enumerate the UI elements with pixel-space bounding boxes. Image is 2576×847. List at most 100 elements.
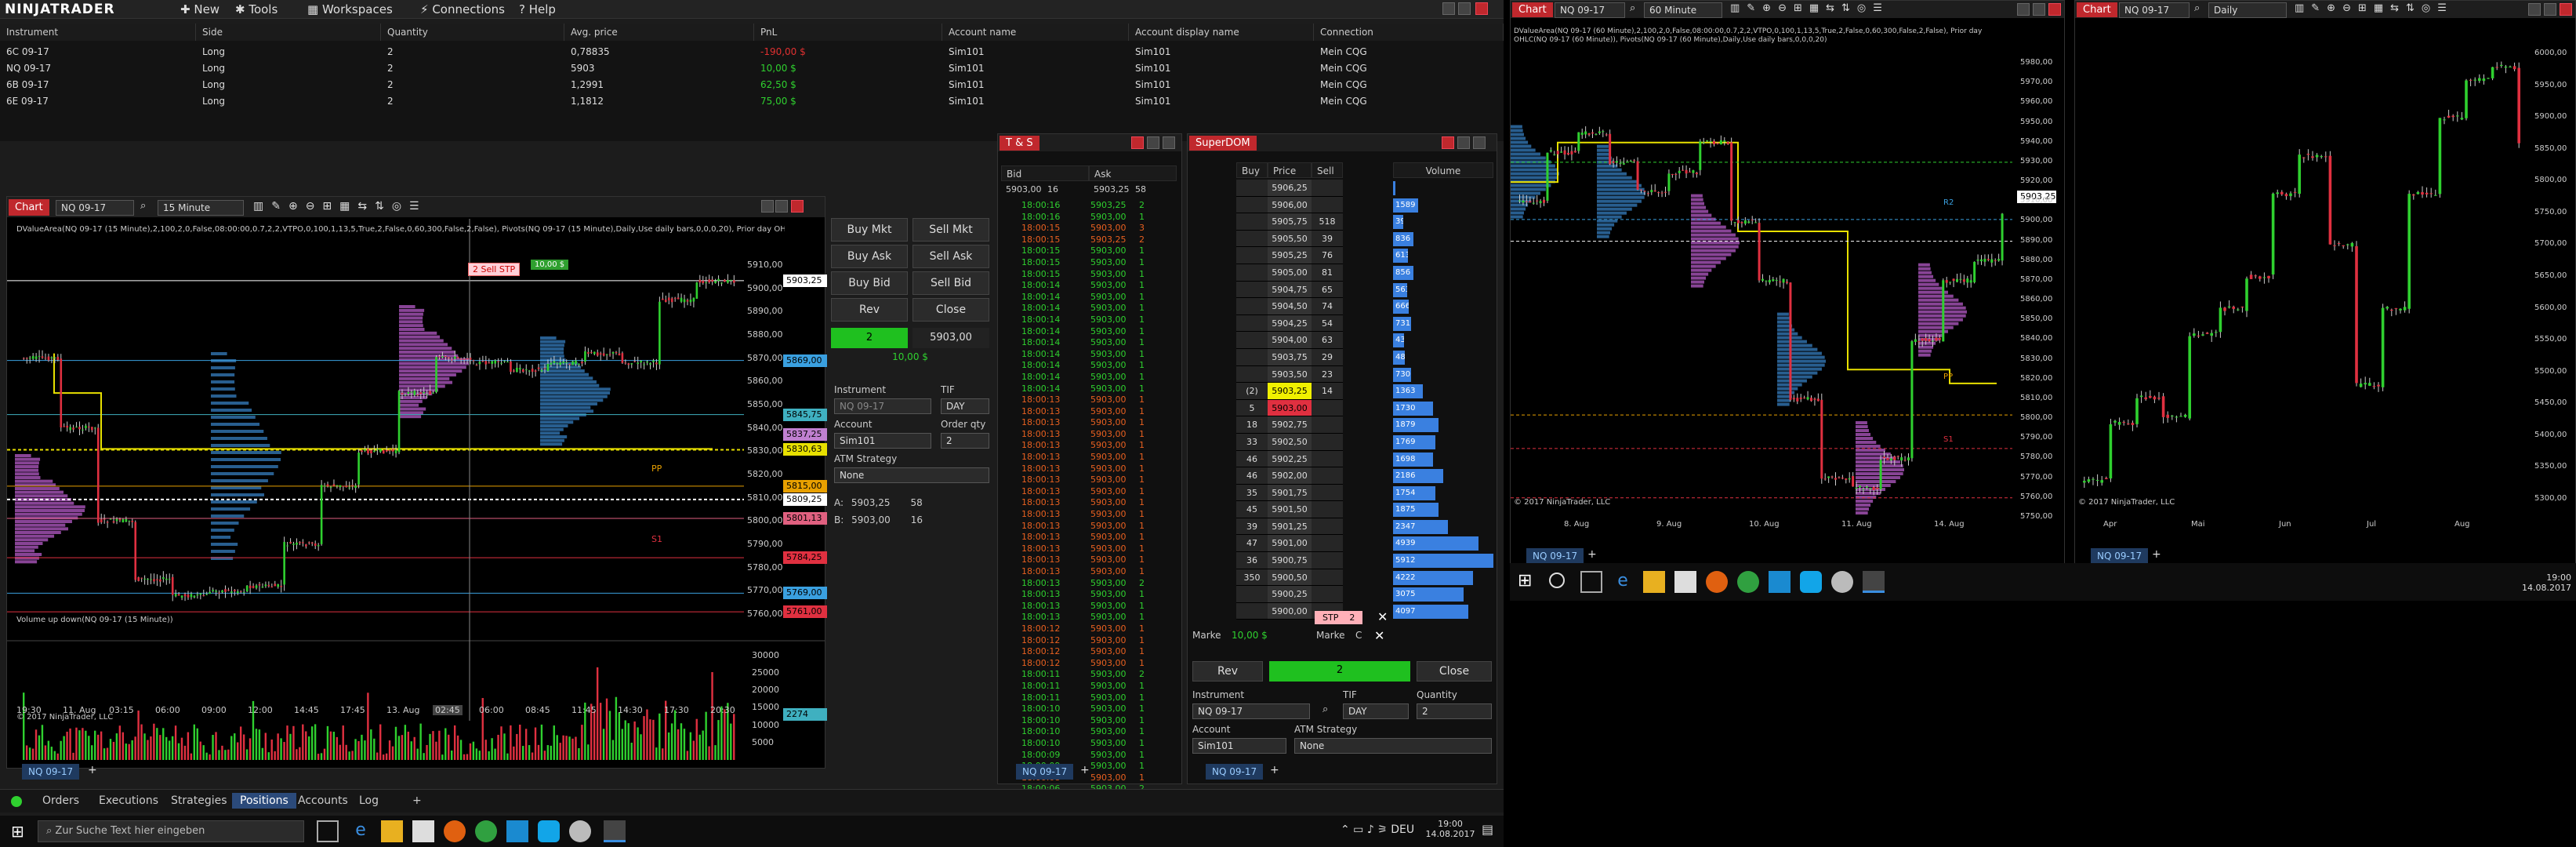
dom-buy-cell[interactable]: 33 — [1236, 433, 1268, 451]
chart2-min-icon[interactable] — [2017, 3, 2030, 16]
sell-ask-button[interactable]: Sell Ask — [912, 245, 989, 268]
dom-buy-cell[interactable] — [1236, 180, 1268, 197]
positions-cell[interactable]: Sim101 — [942, 93, 1129, 110]
dom-account-combo[interactable]: Sim101 — [1192, 738, 1286, 754]
chart3-max-icon[interactable] — [2544, 3, 2556, 16]
dom-sell-cell[interactable]: 54 — [1312, 314, 1343, 333]
positions-header-3[interactable]: Avg. price — [564, 24, 754, 41]
dom-row[interactable]: 5903,7529486 — [1236, 348, 1495, 366]
dom-close-button[interactable]: Close — [1417, 661, 1492, 682]
ts-tab[interactable]: NQ 09-17 — [1016, 764, 1074, 780]
chart2-max-icon[interactable] — [2033, 3, 2045, 16]
positions-cell[interactable]: 75,00 $ — [754, 93, 942, 110]
chart2-search-icon[interactable]: ⌕ — [1630, 2, 1635, 14]
chart3-period-combo[interactable]: Daily — [2208, 2, 2287, 18]
dom-buy-cell[interactable] — [1236, 298, 1268, 315]
positions-header-7[interactable]: Connection — [1314, 24, 1504, 41]
explorer-icon-2[interactable] — [1643, 571, 1665, 593]
chart-close-icon[interactable] — [791, 200, 804, 213]
positions-header-5[interactable]: Account name — [942, 24, 1129, 41]
dom-row[interactable]: 5906,00 1589 — [1236, 196, 1495, 214]
dom-min-icon[interactable] — [1457, 136, 1470, 149]
positions-cell[interactable]: 5903 — [564, 60, 754, 77]
dom-reverse-button[interactable]: Rev — [1192, 661, 1263, 682]
dom-buy-cell[interactable] — [1236, 281, 1268, 299]
positions-cell[interactable]: Sim101 — [1129, 77, 1314, 93]
dom-buy-cell[interactable] — [1236, 264, 1268, 282]
dom-sell-cell[interactable] — [1312, 196, 1343, 214]
dom-sell-cell[interactable]: 518 — [1312, 213, 1343, 231]
dom-tif-combo[interactable]: DAY — [1343, 703, 1409, 719]
positions-cell[interactable]: 1,1812 — [564, 93, 754, 110]
buy-market-button[interactable]: Buy Mkt — [831, 218, 908, 242]
dom-row[interactable]: 5900,00 4097 — [1236, 602, 1495, 620]
buy-bid-button[interactable]: Buy Bid — [831, 271, 908, 295]
dom-sell-cell[interactable]: 29 — [1312, 348, 1343, 366]
chart2-instrument-combo[interactable]: NQ 09-17 — [1555, 2, 1625, 18]
positions-cell[interactable]: Long — [196, 77, 381, 93]
positions-cell[interactable]: 2 — [381, 77, 564, 93]
dom-buy-cell[interactable]: 5 — [1236, 399, 1268, 417]
app-icon-2[interactable] — [1769, 571, 1791, 593]
edge-icon-2[interactable]: e — [1612, 571, 1634, 593]
positions-cell[interactable]: Long — [196, 44, 381, 60]
price-chart-svg[interactable] — [7, 219, 825, 768]
taskbar-search-input[interactable]: ⌕ Zur Suche Text hier eingeben — [38, 820, 304, 842]
dom-sell-cell[interactable]: 39 — [1312, 230, 1343, 248]
positions-header-1[interactable]: Side — [196, 24, 381, 41]
positions-cell[interactable]: 6B 09-17 — [0, 77, 196, 93]
dom-buy-cell[interactable]: 35 — [1236, 484, 1268, 502]
add-tab-icon-bottom[interactable]: + — [405, 793, 430, 809]
dom-sell-cell[interactable]: 65 — [1312, 281, 1343, 299]
dom-row[interactable]: 46 5902,00 2186 — [1236, 467, 1495, 485]
dom-buy-cell[interactable]: 18 — [1236, 416, 1268, 434]
dom-buy-cell[interactable] — [1236, 196, 1268, 214]
dom-sell-cell[interactable] — [1312, 535, 1343, 553]
windows-start-icon[interactable]: ⊞ — [11, 822, 24, 841]
dom-price-cell[interactable]: 5901,00 — [1268, 535, 1312, 553]
firefox-icon-2[interactable] — [1706, 571, 1728, 593]
dom-row[interactable]: 5906,25 — [1236, 180, 1495, 197]
ts-close-icon[interactable] — [1131, 136, 1144, 149]
chart2-period-combo[interactable]: 60 Minute — [1644, 2, 1722, 18]
maximize-icon[interactable] — [1458, 2, 1471, 15]
minimize-icon[interactable] — [1442, 2, 1455, 15]
dom-instrument-combo[interactable]: NQ 09-17 — [1192, 703, 1310, 719]
windows-start-icon-2[interactable]: ⊞ — [1518, 571, 1532, 591]
positions-cell[interactable]: -190,00 $ — [754, 44, 942, 60]
dom-buy-cell[interactable]: (2) — [1236, 383, 1268, 400]
dom-buy-cell[interactable]: 350 — [1236, 569, 1268, 587]
dom-sell-cell[interactable] — [1312, 180, 1343, 197]
dom-row[interactable]: 5905,25 76 613 — [1236, 247, 1495, 264]
order-qty-stepper[interactable]: 2 — [941, 433, 989, 449]
dom-price-cell[interactable]: 5904,00 — [1268, 332, 1312, 349]
dom-atm-combo[interactable]: None — [1294, 738, 1492, 754]
taskbar-clock-2[interactable]: 19:00 14.08.2017 — [2521, 573, 2571, 593]
dom-buy-cell[interactable] — [1236, 213, 1268, 231]
positions-header-4[interactable]: PnL — [754, 24, 942, 41]
dom-buy-cell[interactable] — [1236, 247, 1268, 264]
dom-sell-cell[interactable] — [1312, 484, 1343, 502]
dom-price-cell[interactable]: 5904,50 — [1268, 298, 1312, 315]
dom-row[interactable]: 46 5902,25 1698 — [1236, 450, 1495, 468]
dom-row[interactable]: 5905,75518396 — [1236, 213, 1495, 231]
dom-price-cell[interactable]: 5906,25 — [1268, 180, 1312, 197]
dom-row[interactable]: 45 5901,50 1875 — [1236, 501, 1495, 518]
dom-sell-cell[interactable] — [1312, 416, 1343, 434]
dom-buy-cell[interactable]: 46 — [1236, 450, 1268, 468]
dom-qty-stepper[interactable]: 2 — [1417, 703, 1492, 719]
positions-cell[interactable]: 2 — [381, 93, 564, 110]
dom-sell-cell[interactable]: 23 — [1312, 365, 1343, 384]
chrome-icon[interactable] — [475, 820, 497, 842]
close-icon[interactable] — [1475, 2, 1488, 15]
dom-sell-cell[interactable] — [1312, 586, 1343, 603]
positions-cell[interactable]: 2 — [381, 60, 564, 77]
dom-row[interactable]: 5904,50 74 666 — [1236, 298, 1495, 315]
dom-row[interactable]: 33 5902,50 1769 — [1236, 433, 1495, 451]
store-icon-2[interactable] — [1674, 571, 1696, 593]
dom-price-cell[interactable]: 5901,50 — [1268, 501, 1312, 518]
reverse-button[interactable]: Rev — [831, 298, 908, 322]
dom-price-cell[interactable]: 5902,00 — [1268, 467, 1312, 485]
app2-icon[interactable] — [569, 820, 591, 842]
positions-cell[interactable]: 6C 09-17 — [0, 44, 196, 60]
